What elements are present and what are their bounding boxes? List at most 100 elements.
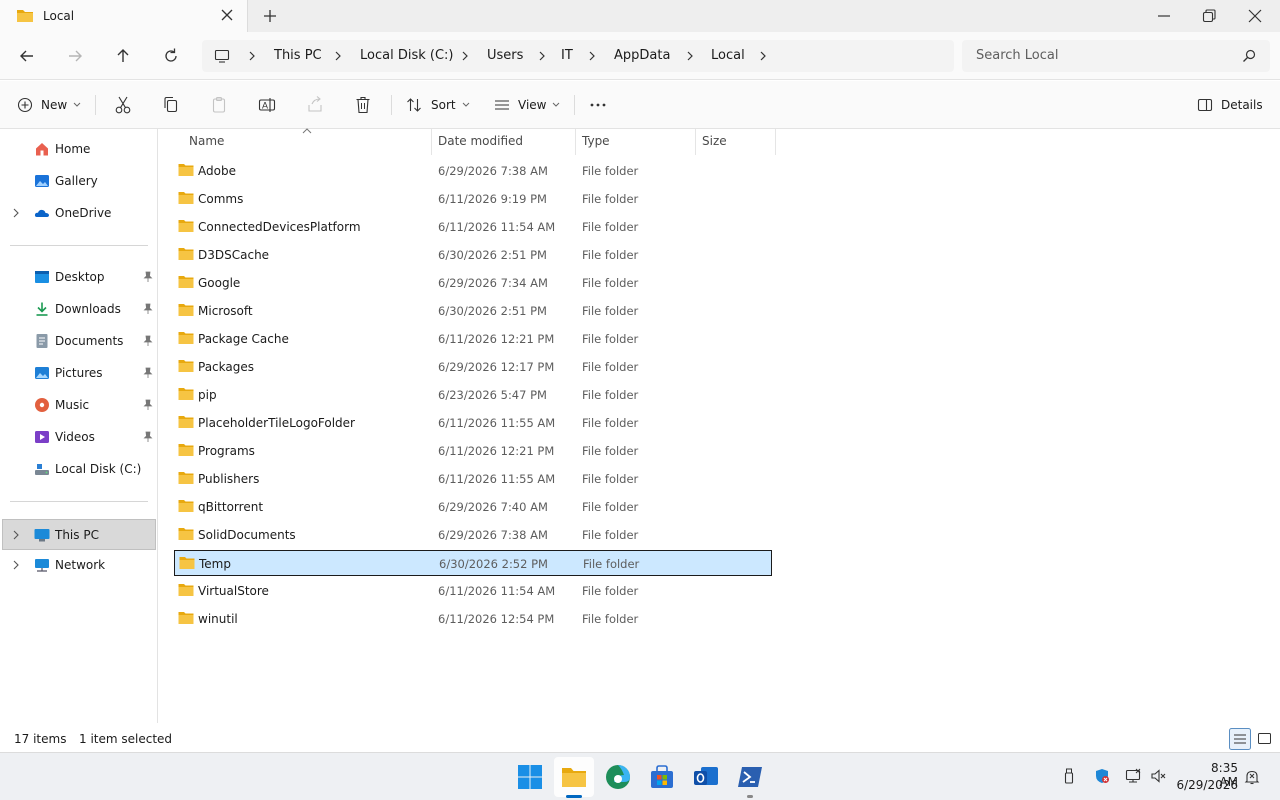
computer-icon[interactable] xyxy=(214,48,230,64)
file-row[interactable]: ConnectedDevicesPlatform 6/11/2026 11:54 … xyxy=(174,214,772,240)
back-icon[interactable] xyxy=(17,46,37,66)
outlook-icon[interactable] xyxy=(692,763,720,791)
sidebar-item-gallery[interactable]: Gallery xyxy=(2,167,156,195)
copy-icon[interactable] xyxy=(162,95,180,115)
pin-icon[interactable] xyxy=(142,271,154,283)
start-icon[interactable] xyxy=(516,763,544,791)
sidebar-item-documents[interactable]: Documents xyxy=(2,327,156,355)
forward-icon[interactable] xyxy=(65,46,85,66)
column-header-name[interactable]: Name xyxy=(183,129,432,155)
restore-icon[interactable] xyxy=(1201,8,1217,24)
tiles-view-icon[interactable] xyxy=(1254,728,1276,750)
pin-icon[interactable] xyxy=(142,367,154,379)
sidebar-label: Gallery xyxy=(55,174,98,188)
notifications-icon[interactable] xyxy=(1244,769,1260,785)
sidebar-item-home[interactable]: Home xyxy=(2,135,156,163)
chevron-right-icon[interactable] xyxy=(246,50,258,62)
breadcrumb-this-pc[interactable]: This PC xyxy=(274,48,322,63)
tab-local[interactable]: Local xyxy=(0,0,248,32)
file-row[interactable]: winutil 6/11/2026 12:54 PM File folder xyxy=(174,606,772,632)
breadcrumb-appdata[interactable]: AppData xyxy=(614,48,670,63)
details-view-icon[interactable] xyxy=(1229,728,1251,750)
sidebar-item-this-pc[interactable]: This PC xyxy=(2,519,156,550)
file-row[interactable]: Microsoft 6/30/2026 2:51 PM File folder xyxy=(174,298,772,324)
chevron-right-icon[interactable] xyxy=(11,208,21,218)
chevron-right-icon[interactable] xyxy=(332,50,344,62)
store-icon[interactable] xyxy=(648,763,676,791)
address-bar[interactable]: This PC Local Disk (C:) Users IT AppData… xyxy=(202,40,954,72)
cut-icon[interactable] xyxy=(114,95,132,115)
chevron-right-icon[interactable] xyxy=(757,50,769,62)
file-row[interactable]: Temp 6/30/2026 2:52 PM File folder xyxy=(174,550,772,576)
sidebar-item-videos[interactable]: Videos xyxy=(2,423,156,451)
breadcrumb-local[interactable]: Local xyxy=(711,48,745,63)
pin-icon[interactable] xyxy=(142,335,154,347)
delete-icon[interactable] xyxy=(354,95,372,115)
breadcrumb-it[interactable]: IT xyxy=(561,48,573,63)
details-button[interactable]: Details xyxy=(1197,95,1263,115)
search-input[interactable]: Search Local xyxy=(962,40,1270,72)
clock-date[interactable]: 6/29/2026 xyxy=(1176,778,1238,792)
sidebar-item-local-disk[interactable]: Local Disk (C:) xyxy=(2,455,156,483)
file-row[interactable]: Comms 6/11/2026 9:19 PM File folder xyxy=(174,186,772,212)
file-row[interactable]: SolidDocuments 6/29/2026 7:38 AM File fold… xyxy=(174,522,772,548)
sidebar-item-pictures[interactable]: Pictures xyxy=(2,359,156,387)
file-row[interactable]: PlaceholderTileLogoFolder 6/11/2026 11:55… xyxy=(174,410,772,436)
column-header-type[interactable]: Type xyxy=(576,129,696,155)
sidebar-item-desktop[interactable]: Desktop xyxy=(2,263,156,291)
security-icon[interactable] xyxy=(1094,768,1110,784)
file-row[interactable]: Package Cache 6/11/2026 12:21 PM File fold… xyxy=(174,326,772,352)
sort-button[interactable]: Sort xyxy=(406,95,470,115)
file-row[interactable]: Programs 6/11/2026 12:21 PM File folder xyxy=(174,438,772,464)
file-row[interactable]: Packages 6/29/2026 12:17 PM File folder xyxy=(174,354,772,380)
sidebar-item-downloads[interactable]: Downloads xyxy=(2,295,156,323)
up-icon[interactable] xyxy=(113,46,133,66)
file-row[interactable]: pip 6/23/2026 5:47 PM File folder xyxy=(174,382,772,408)
chevron-right-icon[interactable] xyxy=(536,50,548,62)
file-row[interactable]: Adobe 6/29/2026 7:38 AM File folder xyxy=(174,158,772,184)
paste-icon[interactable] xyxy=(210,95,228,115)
sidebar-item-music[interactable]: Music xyxy=(2,391,156,419)
file-explorer-icon[interactable] xyxy=(560,763,588,791)
chevron-right-icon[interactable] xyxy=(11,530,21,540)
minimize-icon[interactable] xyxy=(1156,8,1172,24)
rename-icon[interactable]: A xyxy=(258,95,276,115)
column-header-size[interactable]: Size xyxy=(696,129,776,155)
file-name: D3DSCache xyxy=(198,248,270,262)
refresh-icon[interactable] xyxy=(161,46,181,66)
file-row[interactable]: VirtualStore 6/11/2026 11:54 AM File folde… xyxy=(174,578,772,604)
close-tab-icon[interactable] xyxy=(219,7,235,23)
add-tab-icon[interactable] xyxy=(262,8,278,24)
share-icon[interactable] xyxy=(306,95,324,115)
new-button[interactable]: New xyxy=(17,95,81,115)
sidebar-item-network[interactable]: Network xyxy=(2,551,156,579)
close-window-icon[interactable] xyxy=(1247,8,1263,24)
usb-icon[interactable] xyxy=(1061,768,1077,784)
chevron-right-icon[interactable] xyxy=(684,50,696,62)
breadcrumb-local-disk[interactable]: Local Disk (C:) xyxy=(360,48,453,63)
search-icon[interactable] xyxy=(1242,49,1256,63)
file-row[interactable]: qBittorrent 6/29/2026 7:40 AM File folder xyxy=(174,494,772,520)
pin-icon[interactable] xyxy=(142,431,154,443)
chevron-right-icon[interactable] xyxy=(11,560,21,570)
sidebar-label: This PC xyxy=(55,528,99,542)
view-button[interactable]: View xyxy=(494,95,560,115)
sidebar-item-onedrive[interactable]: OneDrive xyxy=(2,199,156,227)
column-label: Size xyxy=(702,134,727,148)
network-status-icon[interactable] xyxy=(1125,768,1141,784)
file-row[interactable]: Publishers 6/11/2026 11:55 AM File folder xyxy=(174,466,772,492)
pin-icon[interactable] xyxy=(142,399,154,411)
powershell-icon[interactable] xyxy=(736,763,764,791)
onedrive-icon xyxy=(34,209,49,217)
chevron-right-icon[interactable] xyxy=(459,50,471,62)
edge-icon[interactable] xyxy=(604,763,632,791)
pin-icon[interactable] xyxy=(142,303,154,315)
chevron-right-icon[interactable] xyxy=(586,50,598,62)
file-row[interactable]: Google 6/29/2026 7:34 AM File folder xyxy=(174,270,772,296)
more-options-icon[interactable] xyxy=(589,95,607,115)
sidebar-label: Pictures xyxy=(55,366,103,380)
column-header-date[interactable]: Date modified xyxy=(432,129,576,155)
volume-muted-icon[interactable] xyxy=(1150,768,1166,784)
file-row[interactable]: D3DSCache 6/30/2026 2:51 PM File folder xyxy=(174,242,772,268)
breadcrumb-users[interactable]: Users xyxy=(487,48,523,63)
